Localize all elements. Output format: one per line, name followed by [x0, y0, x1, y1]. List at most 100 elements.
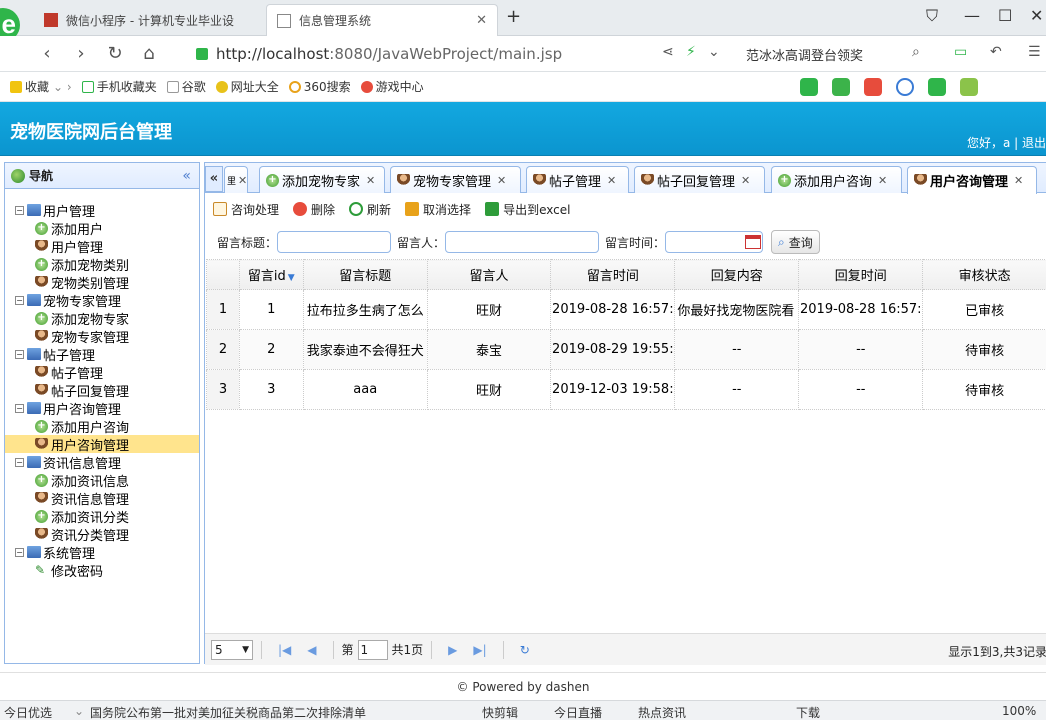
collapse-icon[interactable]: −: [15, 295, 24, 305]
nav-item-add-user[interactable]: + 添加用户: [5, 219, 199, 238]
close-icon[interactable]: ✕: [878, 174, 887, 187]
export-excel-button[interactable]: 导出到excel: [485, 201, 570, 218]
prev-page-icon[interactable]: ◀: [307, 643, 316, 657]
minimize-icon[interactable]: —: [964, 6, 980, 25]
delete-button[interactable]: 删除: [293, 201, 335, 218]
tab-add-expert[interactable]: + 添加宠物专家 ✕: [259, 166, 385, 193]
forward-icon[interactable]: ›: [68, 43, 94, 64]
table-row[interactable]: 2 2 我家泰迪不会得狂犬 泰宝 2019-08-29 19:55: -- --…: [206, 329, 1046, 370]
extension-icon[interactable]: [800, 78, 818, 96]
nav-group-posts[interactable]: − 帖子管理: [5, 345, 199, 364]
browser-tab-1[interactable]: 微信小程序 - 计算机专业毕业设: [34, 4, 264, 36]
nav-group-users[interactable]: − 用户管理: [5, 201, 199, 220]
column-header-time[interactable]: 留言时间: [550, 259, 676, 290]
reload-icon[interactable]: ↻: [520, 643, 530, 657]
collapse-icon[interactable]: −: [15, 403, 24, 413]
tab-partial[interactable]: 里 ✕: [224, 166, 248, 193]
nav-item-news-manage[interactable]: 资讯信息管理: [5, 489, 199, 508]
bookmark-360search[interactable]: 360搜索: [288, 78, 351, 95]
bookmark-mobile[interactable]: 手机收藏夹: [81, 78, 157, 95]
chevron-down-icon[interactable]: ⌄: [74, 704, 84, 718]
status-quick-edit[interactable]: 快剪辑: [482, 704, 518, 720]
tabs-scroll-left-icon[interactable]: «: [205, 166, 223, 192]
close-window-icon[interactable]: ✕: [1030, 6, 1043, 25]
status-hot-news[interactable]: 热点资讯: [638, 704, 686, 720]
nav-item-add-expert[interactable]: + 添加宠物专家: [5, 309, 199, 328]
nav-item-user-manage[interactable]: 用户管理: [5, 237, 199, 256]
status-zoom[interactable]: 100%: [1002, 704, 1036, 718]
home-icon[interactable]: ⌂: [136, 43, 162, 64]
close-tab-icon[interactable]: ✕: [476, 13, 487, 28]
nav-item-post-manage[interactable]: 帖子管理: [5, 363, 199, 382]
collapse-icon[interactable]: −: [15, 457, 24, 467]
column-header-reply-time[interactable]: 回复时间: [798, 259, 924, 290]
next-page-icon[interactable]: ▶: [448, 643, 457, 657]
person-input[interactable]: [445, 231, 600, 253]
browser-tab-2[interactable]: 信息管理系统 ✕: [266, 4, 498, 36]
close-icon[interactable]: ✕: [741, 174, 750, 187]
status-live[interactable]: 今日直播: [554, 704, 602, 720]
column-header-reply[interactable]: 回复内容: [674, 259, 800, 290]
table-row[interactable]: 1 1 拉布拉多生病了怎么 旺财 2019-08-28 16:57: 你最好找宠…: [206, 289, 1046, 330]
search-icon[interactable]: ⌕: [912, 44, 920, 60]
tab-post-reply-manage[interactable]: 帖子回复管理 ✕: [634, 166, 765, 193]
close-icon[interactable]: ✕: [607, 174, 616, 187]
bookmark-nav[interactable]: 网址大全: [215, 78, 279, 95]
close-icon[interactable]: ✕: [366, 174, 375, 187]
nav-item-add-news[interactable]: + 添加资讯信息: [5, 471, 199, 490]
status-news[interactable]: 国务院公布第一批对美加征关税商品第二次排除清单: [90, 704, 366, 720]
tab-expert-manage[interactable]: 宠物专家管理 ✕: [390, 166, 521, 193]
close-icon[interactable]: ✕: [1014, 174, 1023, 187]
nav-item-post-reply-manage[interactable]: 帖子回复管理: [5, 381, 199, 400]
search-suggestion[interactable]: 范冰冰高调登台领奖: [746, 45, 863, 64]
nav-item-pet-category-manage[interactable]: 宠物类别管理: [5, 273, 199, 292]
tab-post-manage[interactable]: 帖子管理 ✕: [526, 166, 629, 193]
collapse-icon[interactable]: «: [182, 168, 191, 184]
collapse-icon[interactable]: −: [15, 205, 24, 215]
nav-group-news[interactable]: − 资讯信息管理: [5, 453, 199, 472]
unselect-button[interactable]: 取消选择: [405, 201, 471, 218]
column-header-status[interactable]: 审核状态: [922, 259, 1046, 290]
share-icon[interactable]: ⋖: [662, 44, 674, 60]
scissors-icon[interactable]: [864, 78, 882, 96]
magnifier-icon[interactable]: [896, 78, 914, 96]
column-header-person[interactable]: 留言人: [426, 259, 552, 290]
nav-item-add-news-category[interactable]: + 添加资讯分类: [5, 507, 199, 526]
back-icon[interactable]: ‹: [34, 43, 60, 64]
user-greeting[interactable]: 您好，a | 退出: [967, 134, 1046, 151]
page-number-input[interactable]: 1: [357, 639, 388, 660]
maximize-icon[interactable]: ☐: [998, 6, 1012, 25]
menu-icon[interactable]: ☰: [1028, 44, 1041, 60]
calendar-icon[interactable]: [745, 235, 762, 249]
page-size-select[interactable]: 5 ▼: [211, 639, 253, 660]
nav-item-expert-manage[interactable]: 宠物专家管理: [5, 327, 199, 346]
gamepad-icon[interactable]: [928, 78, 946, 96]
status-download[interactable]: 下载: [796, 704, 820, 720]
nav-item-news-category-manage[interactable]: 资讯分类管理: [5, 525, 199, 544]
battery-icon[interactable]: ▭: [954, 44, 967, 60]
dropdown-icon[interactable]: ⌄: [708, 44, 720, 60]
column-header-title[interactable]: 留言标题: [302, 259, 428, 290]
tab-consult-manage[interactable]: 用户咨询管理 ✕: [907, 166, 1037, 194]
nav-item-change-password[interactable]: ✎ 修改密码: [5, 561, 199, 580]
collapse-icon[interactable]: −: [15, 547, 24, 557]
shirt-icon[interactable]: ⛉: [926, 6, 938, 26]
translate-icon[interactable]: [832, 78, 850, 96]
first-page-icon[interactable]: |◀: [278, 643, 291, 657]
nav-item-add-consult[interactable]: + 添加用户咨询: [5, 417, 199, 436]
nav-group-system[interactable]: − 系统管理: [5, 543, 199, 562]
lightning-icon[interactable]: ⚡: [686, 44, 696, 60]
collapse-icon[interactable]: −: [15, 349, 24, 359]
table-row[interactable]: 3 3 aaa 旺财 2019-12-03 19:58: -- -- 待审核: [206, 369, 1046, 410]
nav-item-consult-manage[interactable]: 用户咨询管理: [5, 435, 199, 454]
bookmark-google[interactable]: 谷歌: [166, 78, 206, 95]
column-header-id[interactable]: 留言id ▼: [238, 259, 304, 290]
nav-item-add-pet-category[interactable]: + 添加宠物类别: [5, 255, 199, 274]
reload-icon[interactable]: ↻: [102, 43, 128, 64]
nav-group-consult[interactable]: − 用户咨询管理: [5, 399, 199, 418]
title-input[interactable]: [277, 231, 392, 253]
refresh-button[interactable]: 刷新: [349, 201, 391, 218]
query-button[interactable]: ⌕ 查询: [771, 230, 820, 254]
undo-icon[interactable]: ↶: [990, 44, 1002, 60]
tab-add-consult[interactable]: + 添加用户咨询 ✕: [771, 166, 902, 193]
